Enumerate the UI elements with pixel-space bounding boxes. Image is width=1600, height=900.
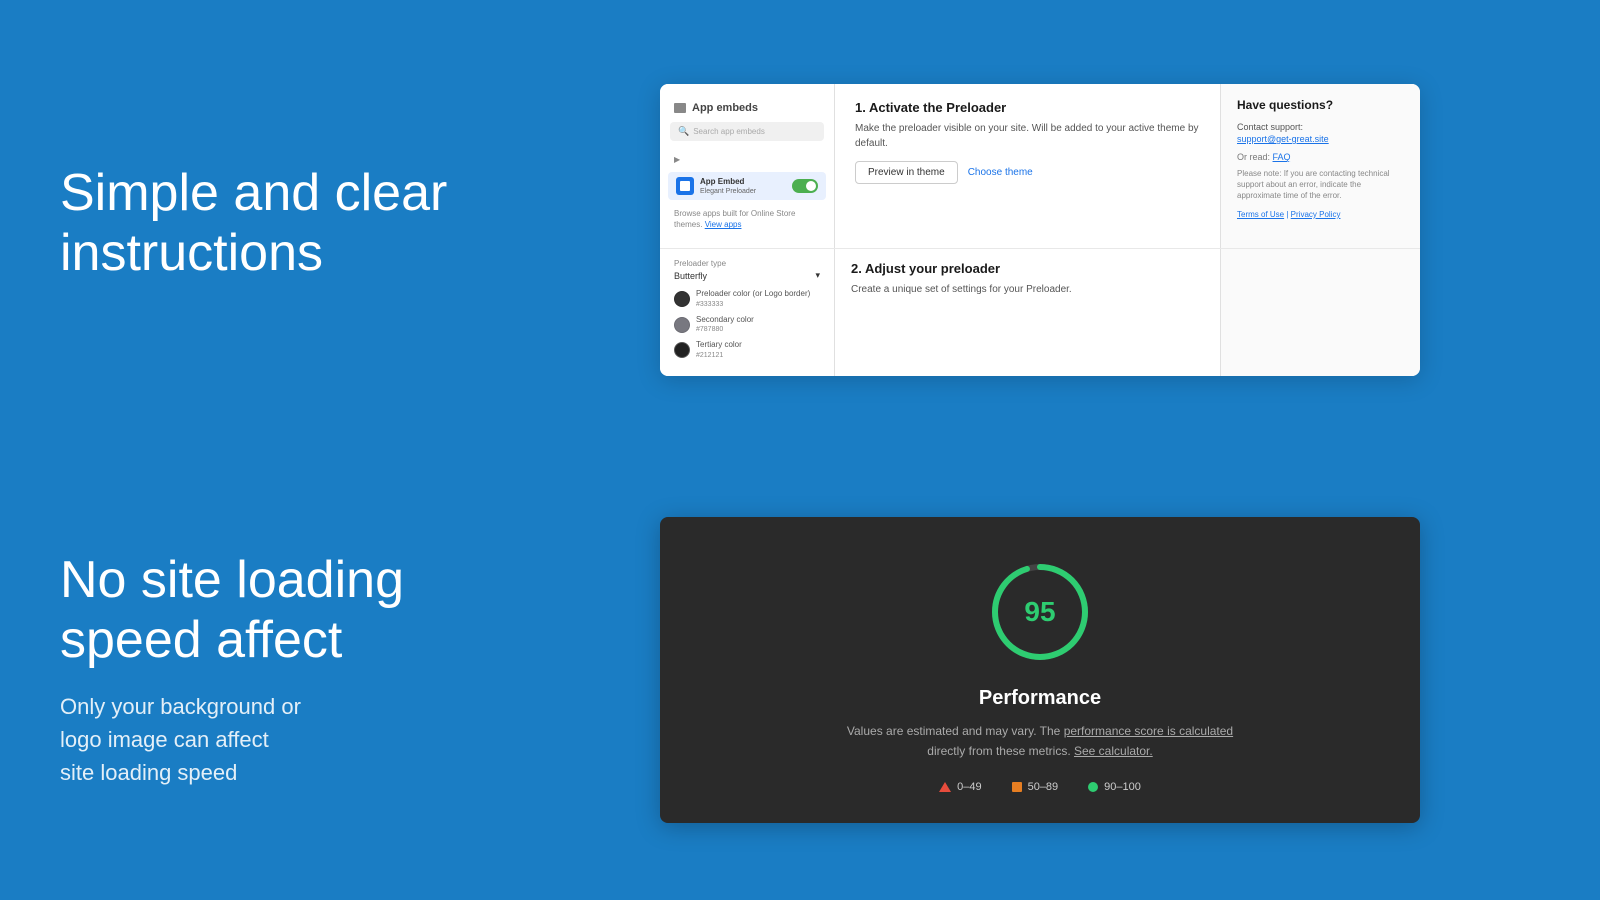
performance-legend: 0–49 50–89 90–100 — [939, 781, 1141, 793]
color2-swatch — [674, 317, 690, 333]
app-embed-icon-inner — [680, 181, 690, 191]
top-left-text: Simple and clear instructions — [60, 164, 540, 296]
bottom-left-text: No site loading speed affect Only your b… — [60, 551, 540, 790]
sidebar-header: App embeds — [660, 96, 834, 122]
top-title: Simple and clear instructions — [60, 164, 540, 284]
step2-main: 2. Adjust your preloader Create a unique… — [835, 249, 1220, 375]
search-icon: 🔍 — [678, 126, 689, 137]
legend-high: 90–100 — [1088, 781, 1141, 793]
chevron-icon: ▾ — [815, 270, 820, 281]
top-right-panel: App embeds 🔍 Search app embeds ▶ — [540, 84, 1540, 376]
preloader-settings: Preloader type Butterfly ▾ Preloader col… — [660, 249, 835, 375]
ui-panel-bottom-row: Preloader type Butterfly ▾ Preloader col… — [660, 248, 1420, 375]
toggle-switch[interactable] — [792, 179, 818, 193]
color2-row: Secondary color #787880 — [674, 315, 820, 334]
footer-links: Terms of Use | Privacy Policy — [1237, 210, 1404, 219]
bullet-icon: ▶ — [674, 155, 680, 164]
have-questions-panel: Have questions? Contact support: support… — [1220, 84, 1420, 248]
bottom-desc: Only your background or logo image can a… — [60, 690, 540, 789]
step1-buttons: Preview in theme Choose theme — [855, 161, 1200, 184]
legend-mid: 50–89 — [1012, 781, 1059, 793]
bottom-title: No site loading speed affect — [60, 551, 540, 671]
performance-title: Performance — [979, 687, 1101, 710]
preloader-type-select[interactable]: Butterfly ▾ — [674, 270, 820, 281]
color1-row: Preloader color (or Logo border) #333333 — [674, 289, 820, 308]
ui-main-step1: 1. Activate the Preloader Make the prelo… — [835, 84, 1220, 248]
triangle-icon — [939, 782, 951, 792]
sidebar-nav-item: ▶ — [660, 149, 834, 170]
sidebar-footer-text: Browse apps built for Online Store theme… — [660, 202, 834, 236]
bottom-right-spacer — [1220, 249, 1420, 375]
app-embed-icon — [676, 177, 694, 195]
step1-block: 1. Activate the Preloader Make the prelo… — [855, 100, 1200, 184]
performance-description: Values are estimated and may vary. The p… — [847, 722, 1233, 760]
color1-swatch — [674, 291, 690, 307]
performance-score: 95 — [1024, 596, 1055, 628]
legend-low: 0–49 — [939, 781, 981, 793]
dot-icon — [1088, 782, 1098, 792]
performance-panel: 95 Performance Values are estimated and … — [660, 517, 1420, 822]
search-bar[interactable]: 🔍 Search app embeds — [670, 122, 824, 141]
preview-theme-button[interactable]: Preview in theme — [855, 161, 958, 184]
choose-theme-button[interactable]: Choose theme — [968, 167, 1033, 178]
grid-icon — [674, 103, 686, 113]
ui-sidebar: App embeds 🔍 Search app embeds ▶ — [660, 84, 835, 248]
bottom-right-panel: 95 Performance Values are estimated and … — [540, 517, 1540, 822]
ui-screenshot-panel: App embeds 🔍 Search app embeds ▶ — [660, 84, 1420, 376]
color3-row: Tertiary color #212121 — [674, 340, 820, 359]
square-icon — [1012, 782, 1022, 792]
app-embed-row[interactable]: App Embed Elegant Preloader — [668, 172, 826, 200]
color3-swatch — [674, 342, 690, 358]
app-embed-text-block: App Embed Elegant Preloader — [700, 177, 756, 194]
performance-circle: 95 — [985, 557, 1095, 667]
